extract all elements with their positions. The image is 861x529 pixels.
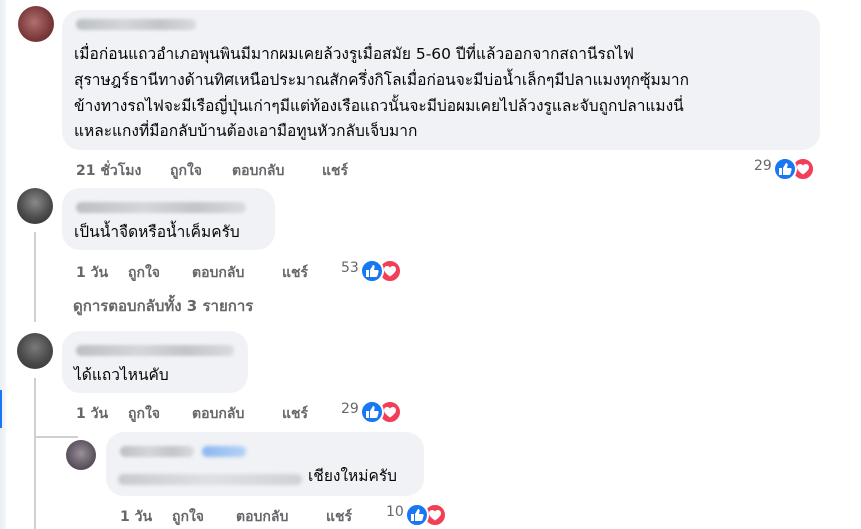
view-replies-link[interactable]: ดูการตอบกลับทั้ง 3 รายการ [73,294,253,318]
like-button[interactable]: ถูกใจ [128,403,160,425]
avatar[interactable] [17,188,53,224]
thread-connector-line [34,436,78,438]
share-button[interactable]: แชร์ [322,160,348,182]
comment-line: สุราษฎร์ธานีทางด้านทิศเหนือประมาณสักครึ่… [74,71,690,89]
left-scroll-rail [0,0,6,529]
share-button[interactable]: แชร์ [282,262,308,284]
reaction-count: 29 [341,401,359,417]
reaction-summary[interactable]: 29 [341,400,405,424]
reaction-summary[interactable]: 10 [386,503,450,527]
comment-timestamp: 21 ชั่วโมง [76,163,142,179]
reply-button[interactable]: ตอบกลับ [192,262,244,284]
reaction-count: 29 [754,158,772,174]
reply-button[interactable]: ตอบกลับ [192,403,244,425]
reply-text: เชียงใหม่ครับ [308,467,398,485]
like-icon [773,157,797,181]
comment-line: แหละแกงที่มือกลับบ้านต้องเอามือทูนหัวกลั… [74,122,418,140]
thread-connector-line [34,378,36,529]
like-icon [360,400,384,424]
comment-actions: 1 วัน ถูกใจ ตอบกลับ แชร์ [76,403,356,423]
like-button[interactable]: ถูกใจ [128,262,160,284]
comment-line: เมื่อก่อนแถวอำเภอพุนพินมีมากผมเคยล้วงรูเ… [74,45,634,63]
share-button[interactable]: แชร์ [326,506,352,528]
reaction-summary[interactable]: 29 [754,157,818,181]
like-button[interactable]: ถูกใจ [170,160,202,182]
comment-text: เป็นน้ำจืดหรือน้ำเค็มครับ [74,223,240,241]
comment-bubble: ได้แถวไหนคับ [62,331,248,393]
thread-connector-line [34,232,36,322]
comment-actions: 21 ชั่วโมง ถูกใจ ตอบกลับ แชร์ [76,160,376,180]
comment-timestamp: 1 วัน [76,406,109,422]
reaction-count: 53 [341,260,359,276]
author-name-redacted[interactable] [76,19,196,30]
author-name-redacted[interactable] [76,345,234,356]
comment-bubble: เมื่อก่อนแถวอำเภอพุนพินมีมากผมเคยล้วงรูเ… [62,10,820,150]
author-badge-redacted [202,446,246,457]
share-button[interactable]: แชร์ [282,403,308,425]
reply-bubble: เชียงใหม่ครับ [106,432,424,496]
comment-line: ข้างทางรถไฟจะมีเรือญี่ปุ่นเก่าๆมีแต่ท้อง… [74,97,684,115]
left-accent-bar [0,390,2,428]
avatar[interactable] [18,6,54,42]
comment-timestamp: 1 วัน [76,265,109,281]
author-name-redacted[interactable] [120,446,194,457]
avatar[interactable] [66,440,96,470]
comment-text: ได้แถวไหนคับ [74,366,169,384]
author-name-redacted[interactable] [76,202,246,213]
comment-bubble: เป็นน้ำจืดหรือน้ำเค็มครับ [62,188,275,250]
mentioned-user-redacted[interactable] [118,474,302,485]
like-icon [405,503,429,527]
reaction-summary[interactable]: 53 [341,259,405,283]
like-button[interactable]: ถูกใจ [172,506,204,528]
reaction-count: 10 [386,504,404,520]
comment-thread: เมื่อก่อนแถวอำเภอพุนพินมีมากผมเคยล้วงรูเ… [0,0,861,529]
reply-button[interactable]: ตอบกลับ [232,160,284,182]
comment-actions: 1 วัน ถูกใจ ตอบกลับ แชร์ [120,506,400,526]
comment-timestamp: 1 วัน [120,509,153,525]
comment-actions: 1 วัน ถูกใจ ตอบกลับ แชร์ [76,262,356,282]
avatar[interactable] [17,333,53,369]
reply-button[interactable]: ตอบกลับ [236,506,288,528]
like-icon [360,259,384,283]
